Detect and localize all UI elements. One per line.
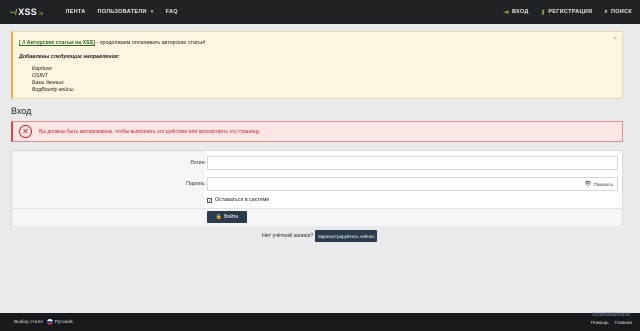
show-password-label: Показать	[593, 181, 613, 187]
login-field[interactable]	[207, 156, 618, 170]
error-message: Вы должны быть авторизованы, чтобы выпол…	[39, 128, 261, 135]
top-navbar: ~/ XSS .is ЛЕНТА ПОЛЬЗОВАТЕЛИ ▾ FAQ ⇥ ВХОД…	[0, 0, 640, 24]
footer-home-link[interactable]: Главная	[615, 320, 632, 325]
list-item: BugBounty кейсы	[32, 86, 74, 93]
lock-icon: 🔒	[215, 214, 223, 220]
search-link[interactable]: ⌕ ПОИСК	[604, 9, 632, 16]
register-text: Нет учётной записи?	[262, 233, 314, 239]
login-label: Логин:	[190, 160, 206, 166]
logo-text: XSS	[18, 7, 37, 17]
site-logo[interactable]: ~/ XSS .is	[10, 7, 44, 17]
key-icon: ⚷	[540, 9, 546, 16]
remember-checkbox[interactable]: ✓	[207, 197, 212, 203]
login-link[interactable]: ⇥ ВХОД	[504, 9, 529, 16]
announcement-notice: × [ // Авторские статьи на XSS] - продол…	[11, 31, 623, 99]
error-x-icon: ✕	[19, 125, 32, 138]
register-prompt: Нет учётной записи? Зарегистрируйтесь се…	[262, 230, 378, 242]
remember-label: Оставаться в системе	[215, 197, 270, 203]
nav-users[interactable]: ПОЛЬЗОВАТЕЛИ ▾	[98, 9, 154, 15]
login-button[interactable]: 🔒 Войти	[207, 211, 247, 223]
nav-users-label: ПОЛЬЗОВАТЕЛИ	[97, 9, 147, 15]
watermark: ScanMalware	[591, 312, 630, 318]
register-link[interactable]: ⚷ РЕГИСТРАЦИЯ	[541, 9, 593, 16]
eye-icon: 👁	[584, 181, 592, 187]
logo-tld: .is	[37, 11, 44, 17]
search-icon: ⌕	[604, 8, 608, 15]
language-chooser[interactable]: Русский	[46, 319, 73, 325]
footer-links: Помощь Главная	[585, 320, 632, 325]
form-footer	[12, 209, 622, 226]
flag-icon	[46, 319, 53, 325]
password-label: Пароль:	[186, 181, 206, 187]
footer-help-link[interactable]: Помощь	[591, 320, 609, 325]
user-nav: ⇥ ВХОД ⚷ РЕГИСТРАЦИЯ ⌕ ПОИСК	[492, 9, 632, 16]
list-item: Кардинг	[32, 66, 52, 72]
register-link-label: РЕГИСТРАЦИЯ	[548, 9, 593, 15]
search-link-label: ПОИСК	[610, 9, 632, 15]
form-label-column	[12, 151, 205, 208]
nav-faq[interactable]: FAQ	[166, 9, 178, 15]
nav-faq-label: FAQ	[165, 9, 178, 15]
main-nav: ЛЕНТА ПОЛЬЗОВАТЕЛИ ▾ FAQ	[54, 9, 178, 15]
language-label: Русский	[54, 319, 73, 325]
chevron-down-icon: ▾	[150, 9, 154, 15]
style-chooser[interactable]: Выбор стиля	[14, 320, 43, 325]
close-icon[interactable]: ×	[613, 36, 617, 42]
password-field[interactable]: 👁 Показать	[207, 177, 618, 191]
remember-me[interactable]: ✓ Оставаться в системе	[207, 197, 269, 203]
nav-feed[interactable]: ЛЕНТА	[66, 9, 86, 15]
login-button-label: Войти	[224, 214, 239, 220]
notice-link[interactable]: [ // Авторские статьи на XSS]	[19, 40, 95, 46]
register-button[interactable]: Зарегистрируйтесь сейчас	[315, 230, 378, 242]
logo-mark: ~/	[10, 8, 18, 17]
login-link-label: ВХОД	[512, 9, 529, 15]
notice-subtitle: Добавлены следующие направления:	[19, 54, 120, 60]
login-icon: ⇥	[503, 9, 509, 16]
show-password-button[interactable]: 👁 Показать	[584, 181, 613, 187]
notice-text: - продолжаем оплачивать авторские статьи…	[94, 40, 206, 46]
list-item: Базы данных	[32, 79, 64, 86]
nav-feed-label: ЛЕНТА	[65, 9, 86, 15]
error-block: ✕ Вы должны быть авторизованы, чтобы вып…	[11, 121, 623, 142]
footer: Выбор стиля Русский Помощь Главная	[0, 313, 640, 331]
notice-headline: [ // Авторские статьи на XSS] - продолжа…	[19, 40, 616, 46]
list-item: OSINT	[32, 72, 48, 79]
page-title: Вход	[11, 106, 32, 116]
login-form: Логин: Пароль: 👁 Показать ✓ Оставаться в…	[11, 150, 623, 226]
notice-list: Кардинг OSINT Базы данных BugBounty кейс…	[32, 66, 616, 94]
footer-left: Выбор стиля Русский	[14, 319, 73, 325]
